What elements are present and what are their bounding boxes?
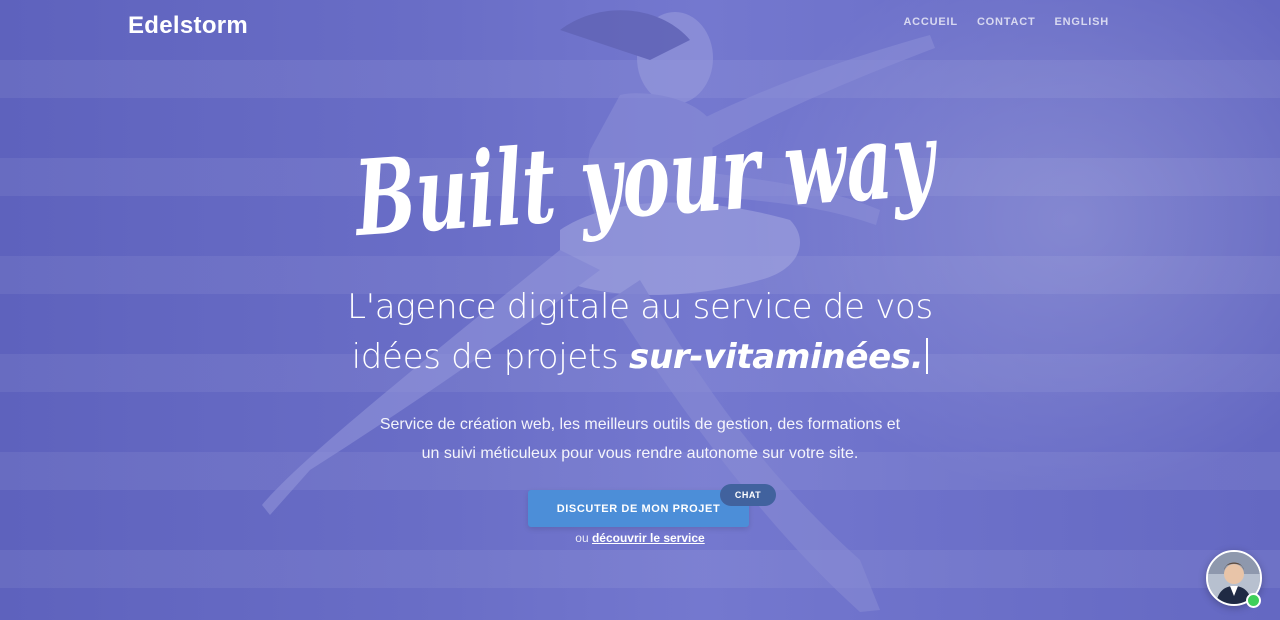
discover-service-link[interactable]: découvrir le service	[592, 531, 705, 545]
script-title: Built your way	[349, 97, 943, 261]
alternative-link-line: ou découvrir le service	[500, 531, 780, 545]
headline-line-1: L'agence digitale au service de vos	[347, 287, 933, 327]
nav-item-english[interactable]: ENGLISH	[1055, 16, 1110, 28]
chat-badge: CHAT	[720, 484, 776, 506]
typing-caret	[926, 338, 929, 374]
nav-item-contact[interactable]: CONTACT	[977, 16, 1036, 28]
main-nav: ACCUEIL CONTACT ENGLISH	[903, 16, 1109, 28]
hero-headline: L'agence digitale au service de vos idée…	[290, 282, 990, 382]
script-title-text: Built your way	[349, 97, 943, 261]
hero-subtext: Service de création web, les meilleurs o…	[330, 410, 950, 468]
online-status-indicator	[1246, 593, 1261, 608]
subtext-line-2: un suivi méticuleux pour vous rendre aut…	[421, 445, 859, 462]
discuss-project-button[interactable]: DISCUTER DE MON PROJET	[528, 490, 749, 527]
nav-item-accueil[interactable]: ACCUEIL	[903, 16, 958, 28]
brand-logo[interactable]: Edelstorm	[128, 12, 248, 40]
alt-prefix: ou	[575, 531, 592, 545]
headline-line-2-prefix: idées de projets	[351, 337, 630, 377]
subtext-line-1: Service de création web, les meilleurs o…	[379, 416, 901, 433]
headline-emphasis: sur-vitaminées.	[629, 337, 924, 377]
